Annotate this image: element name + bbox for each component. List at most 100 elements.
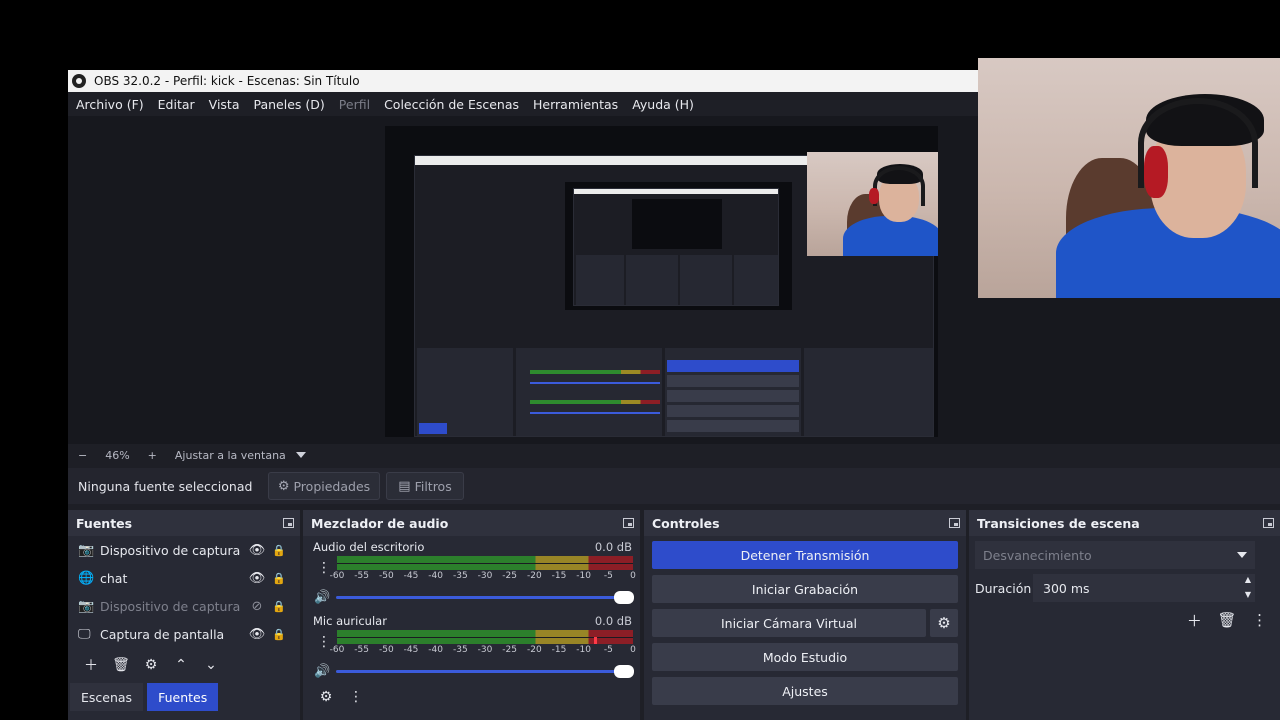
preview-webcam [807,152,938,256]
mixer-menu-icon[interactable]: ⋮ [341,689,371,705]
channel-name: Mic auricular [313,614,387,628]
transition-select[interactable]: Desvanecimiento [975,541,1255,569]
start-recording-button[interactable]: Iniciar Grabación [652,575,958,603]
volume-meter [337,630,633,644]
meter-tick-label: -60 [329,571,345,581]
globe-icon: 🌐 [78,570,95,586]
menu-help[interactable]: Ayuda (H) [632,97,694,112]
settings-button[interactable]: Ajustes [652,677,958,705]
trash-icon[interactable]: 🗑 [106,657,136,673]
lock-icon[interactable]: 🔒 [270,600,288,613]
filters-button[interactable]: ▤ Filtros [386,472,464,500]
meter-tick-label: -5 [603,571,613,581]
meter-tick-label: -40 [428,645,444,655]
undock-icon[interactable] [283,518,294,528]
menu-edit[interactable]: Editar [158,97,195,112]
meter-tick-label: -40 [428,571,444,581]
speaker-icon[interactable]: 🔊 [314,664,330,679]
dock-tabs: Escenas Fuentes [68,682,300,712]
trash-icon[interactable]: 🗑 [1217,611,1236,629]
chevron-down-icon[interactable]: ▼ [1241,587,1255,602]
lock-icon[interactable]: 🔒 [270,572,288,585]
lock-icon[interactable]: 🔒 [270,544,288,557]
source-item[interactable]: 📷 Dispositivo de captura de 👁 🔒 [68,536,300,564]
source-item[interactable]: 📷 Dispositivo de captura de ⊘ 🔒 [68,592,300,620]
meter-tick-label: -45 [403,645,419,655]
source-item[interactable]: 🖵 Captura de pantalla 👁 🔒 [68,620,300,648]
duration-stepper[interactable]: ▲ ▼ [1241,572,1255,604]
add-source-plus-icon[interactable]: ＋ [76,655,106,675]
transition-menu-icon[interactable]: ⋮ [1252,611,1267,629]
volume-meter [337,556,633,570]
volume-slider-handle[interactable] [614,591,634,604]
no-source-label: Ninguna fuente seleccionad [78,478,253,494]
channel-db: 0.0 dB [594,614,632,628]
menu-file[interactable]: Archivo (F) [76,97,144,112]
window-title: OBS 32.0.2 - Perfil: kick - Escenas: Sin… [94,74,360,88]
chevron-down-icon[interactable]: ⌄ [196,657,226,673]
preview-canvas[interactable] [385,126,938,437]
lock-icon[interactable]: 🔒 [270,628,288,641]
meter-ticks: -60 -55 -50 -45 -40 -35 -30 -25 -20 -15 -10 -5 0 [330,571,637,583]
undock-icon[interactable] [949,518,960,528]
meter-tick-label: -20 [526,571,542,581]
zoom-dropdown-icon[interactable] [295,452,306,458]
meter-tick-label: -45 [403,571,419,581]
meter-tick-label: -35 [452,571,468,581]
speaker-icon[interactable]: 🔊 [314,590,330,605]
volume-slider[interactable] [336,670,624,673]
source-toolbar: Ninguna fuente seleccionad ⚙ Propiedades… [68,468,1280,504]
meter-tick-label: -50 [378,645,394,655]
volume-slider-handle[interactable] [614,665,634,678]
menu-scene-collection[interactable]: Colección de Escenas [384,97,519,112]
chevron-down-icon [1237,552,1247,558]
source-item[interactable]: 🌐 chat 👁 🔒 [68,564,300,592]
advanced-audio-gear-icon[interactable]: ⚙ [311,689,341,705]
mixer-dock-header: Mezclador de audio [303,510,640,536]
menu-tools[interactable]: Herramientas [533,97,618,112]
virtual-camera-gear-icon[interactable]: ⚙ [930,609,958,637]
add-transition-plus-icon[interactable]: ＋ [1187,610,1202,631]
visibility-eye-icon[interactable]: 👁 [248,571,266,586]
zoom-in-button[interactable]: + [148,449,157,462]
peak-indicator [593,637,597,644]
undock-icon[interactable] [1263,518,1274,528]
visibility-eye-icon[interactable]: 👁 [248,627,266,642]
visibility-eye-icon[interactable]: 👁 [248,543,266,558]
controls-dock-header: Controles [644,510,966,536]
undock-icon[interactable] [623,518,634,528]
gear-icon[interactable]: ⚙ [136,657,166,673]
menu-profile[interactable]: Perfil [339,97,370,112]
studio-mode-button[interactable]: Modo Estudio [652,643,958,671]
stop-streaming-button[interactable]: Detener Transmisión [652,541,958,569]
menu-view[interactable]: Vista [209,97,240,112]
meter-tick-label: -55 [354,571,370,581]
properties-button[interactable]: ⚙ Propiedades [268,472,380,500]
menu-docks[interactable]: Paneles (D) [254,97,325,112]
visibility-hidden-icon[interactable]: ⊘ [248,599,266,614]
chevron-up-icon[interactable]: ⌃ [166,657,196,673]
controls-dock: Controles Detener Transmisión Iniciar Gr… [644,510,966,720]
start-virtual-camera-button[interactable]: Iniciar Cámara Virtual [652,609,926,637]
meter-tick-label: -5 [603,645,613,655]
filter-icon: ▤ [398,478,411,494]
tab-sources[interactable]: Fuentes [147,683,219,711]
audio-mixer-dock: Mezclador de audio Audio del escritorio … [303,510,640,720]
chevron-up-icon[interactable]: ▲ [1241,572,1255,587]
meter-tick-label: -30 [477,645,493,655]
obs-logo-icon [72,74,86,88]
transitions-dock: Transiciones de escena Desvanecimiento D… [969,510,1280,720]
meter-tick-label: -15 [551,571,567,581]
zoom-fit-label[interactable]: Ajustar a la ventana [175,449,286,462]
meter-tick-label: -25 [502,571,518,581]
meter-tick-label: -50 [378,571,394,581]
volume-slider[interactable] [336,596,624,599]
meter-tick-label: -60 [329,645,345,655]
meter-tick-label: -25 [502,645,518,655]
zoom-out-button[interactable]: − [78,449,87,462]
tab-scenes[interactable]: Escenas [70,683,144,711]
duration-input[interactable]: 300 ms [1033,574,1255,602]
gear-icon: ⚙ [277,478,290,494]
meter-tick-label: -55 [354,645,370,655]
meter-tick-label: -10 [576,645,592,655]
